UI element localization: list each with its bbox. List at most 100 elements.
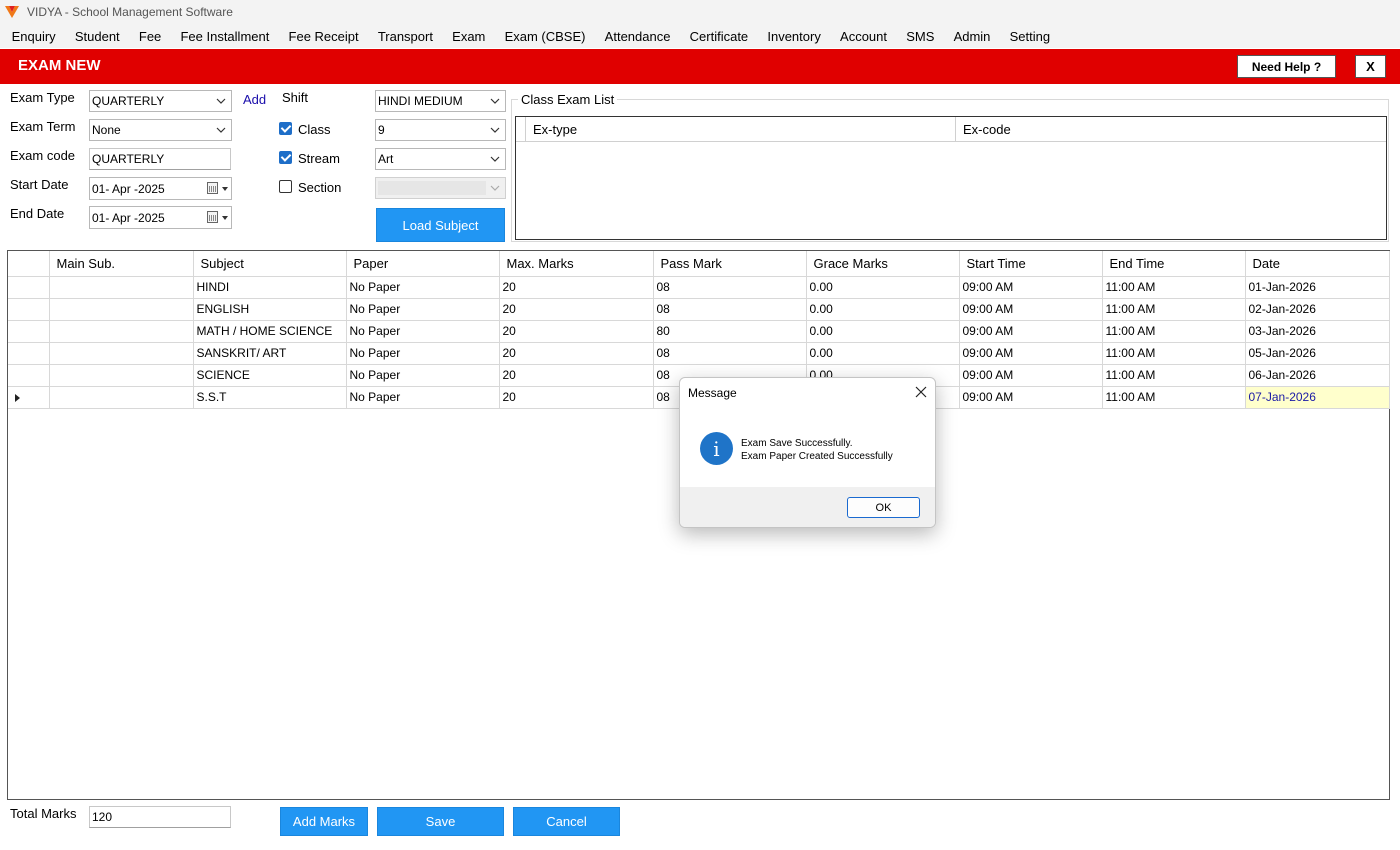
table-cell[interactable]: 0.00 (806, 276, 960, 299)
table-row[interactable]: HINDI No Paper 20 08 0.00 09:00 AM 11:00 AM 01-… (8, 276, 1390, 299)
table-cell[interactable]: 09:00 AM (959, 276, 1103, 299)
table-cell[interactable]: 0.00 (806, 342, 960, 365)
end-date-picker[interactable]: 01- Apr -2025 (89, 206, 232, 229)
table-cell[interactable]: MATH / HOME SCIENCE (193, 320, 347, 343)
class-select[interactable]: 9 (375, 119, 506, 141)
menu-item-admin[interactable]: Admin (944, 29, 1000, 44)
table-cell[interactable]: 08 (653, 276, 807, 299)
table-cell[interactable]: 09:00 AM (959, 342, 1103, 365)
column-header-paper[interactable]: Paper (346, 251, 500, 277)
table-cell[interactable]: 09:00 AM (959, 364, 1103, 387)
add-exam-type-link[interactable]: Add (243, 92, 266, 107)
table-cell[interactable]: 0.00 (806, 298, 960, 321)
row-header-cell[interactable] (8, 364, 50, 387)
menu-item-fee-receipt[interactable]: Fee Receipt (279, 29, 368, 44)
table-cell[interactable]: No Paper (346, 276, 500, 299)
row-header-cell[interactable] (8, 276, 50, 299)
load-subject-button[interactable]: Load Subject (376, 208, 505, 242)
column-ex-type[interactable]: Ex-type (526, 117, 956, 142)
table-cell[interactable]: 02-Jan-2026 (1245, 298, 1390, 321)
table-cell[interactable]: 01-Jan-2026 (1245, 276, 1390, 299)
table-cell[interactable] (49, 298, 194, 321)
exam-type-select[interactable]: QUARTERLY (89, 90, 232, 112)
menu-item-inventory[interactable]: Inventory (758, 29, 831, 44)
table-cell[interactable]: 11:00 AM (1102, 386, 1246, 409)
menu-item-transport[interactable]: Transport (368, 29, 442, 44)
table-cell[interactable]: 05-Jan-2026 (1245, 342, 1390, 365)
table-cell[interactable]: 11:00 AM (1102, 364, 1246, 387)
column-header-max-marks[interactable]: Max. Marks (499, 251, 654, 277)
need-help-button[interactable]: Need Help ? (1237, 55, 1336, 78)
add-marks-button[interactable]: Add Marks (280, 807, 368, 836)
table-cell[interactable]: SCIENCE (193, 364, 347, 387)
column-header-start-time[interactable]: Start Time (959, 251, 1103, 277)
column-header-end-time[interactable]: End Time (1102, 251, 1246, 277)
row-header-cell[interactable] (8, 342, 50, 365)
menu-item-attendance[interactable]: Attendance (595, 29, 680, 44)
table-cell[interactable]: 06-Jan-2026 (1245, 364, 1390, 387)
total-marks-input[interactable]: 120 (89, 806, 231, 828)
table-cell[interactable]: 03-Jan-2026 (1245, 320, 1390, 343)
menu-item-fee[interactable]: Fee (129, 29, 171, 44)
table-cell[interactable]: 11:00 AM (1102, 298, 1246, 321)
close-icon[interactable] (913, 384, 929, 400)
table-cell[interactable]: 07-Jan-2026 (1245, 386, 1390, 409)
table-cell[interactable] (49, 386, 194, 409)
table-cell[interactable]: 20 (499, 342, 654, 365)
table-cell[interactable]: 08 (653, 298, 807, 321)
menu-item-certificate[interactable]: Certificate (680, 29, 758, 44)
table-cell[interactable]: 09:00 AM (959, 320, 1103, 343)
table-cell[interactable]: 0.00 (806, 320, 960, 343)
table-cell[interactable]: 20 (499, 320, 654, 343)
table-cell[interactable]: 08 (653, 342, 807, 365)
table-row[interactable]: ENGLISH No Paper 20 08 0.00 09:00 AM 11:00 AM 0… (8, 298, 1390, 321)
table-row[interactable]: MATH / HOME SCIENCE No Paper 20 80 0.00 09:00… (8, 320, 1390, 343)
exam-code-input[interactable]: QUARTERLY (89, 148, 231, 170)
table-cell[interactable] (49, 320, 194, 343)
table-cell[interactable]: 09:00 AM (959, 298, 1103, 321)
class-exam-list-grid[interactable]: Ex-type Ex-code (515, 116, 1387, 240)
cancel-button[interactable]: Cancel (513, 807, 620, 836)
table-cell[interactable]: SANSKRIT/ ART (193, 342, 347, 365)
stream-checkbox[interactable] (279, 151, 292, 164)
table-cell[interactable]: No Paper (346, 298, 500, 321)
shift-select[interactable]: HINDI MEDIUM (375, 90, 506, 112)
column-header-subject[interactable]: Subject (193, 251, 347, 277)
menu-item-sms[interactable]: SMS (897, 29, 944, 44)
row-header-cell[interactable] (8, 320, 50, 343)
table-cell[interactable] (49, 276, 194, 299)
menu-item-student[interactable]: Student (65, 29, 129, 44)
column-ex-code[interactable]: Ex-code (956, 117, 1386, 142)
table-row[interactable]: SANSKRIT/ ART No Paper 20 08 0.00 09:00 AM 11:… (8, 342, 1390, 365)
menu-item-fee-installment[interactable]: Fee Installment (171, 29, 279, 44)
table-cell[interactable]: No Paper (346, 364, 500, 387)
table-cell[interactable]: 20 (499, 386, 654, 409)
table-cell[interactable]: No Paper (346, 386, 500, 409)
save-button[interactable]: Save (377, 807, 504, 836)
column-header-main-sub[interactable]: Main Sub. (49, 251, 194, 277)
menu-item-exam-cbse[interactable]: Exam (CBSE) (495, 29, 595, 44)
table-cell[interactable]: 20 (499, 298, 654, 321)
table-cell[interactable]: 11:00 AM (1102, 320, 1246, 343)
row-header-cell[interactable] (8, 298, 50, 321)
table-cell[interactable]: 20 (499, 276, 654, 299)
exam-term-select[interactable]: None (89, 119, 232, 141)
menu-item-enquiry[interactable]: Enquiry (2, 29, 65, 44)
column-header-grace-marks[interactable]: Grace Marks (806, 251, 960, 277)
table-cell[interactable]: 20 (499, 364, 654, 387)
stream-select[interactable]: Art (375, 148, 506, 170)
column-header-pass-mark[interactable]: Pass Mark (653, 251, 807, 277)
table-cell[interactable]: No Paper (346, 320, 500, 343)
ok-button[interactable]: OK (847, 497, 920, 518)
table-cell[interactable]: HINDI (193, 276, 347, 299)
table-cell[interactable]: S.S.T (193, 386, 347, 409)
table-cell[interactable]: No Paper (346, 342, 500, 365)
menu-item-setting[interactable]: Setting (1000, 29, 1060, 44)
table-cell[interactable]: ENGLISH (193, 298, 347, 321)
section-checkbox[interactable] (279, 180, 292, 193)
close-form-button[interactable]: X (1355, 55, 1386, 78)
table-cell[interactable]: 11:00 AM (1102, 276, 1246, 299)
table-cell[interactable] (49, 342, 194, 365)
class-checkbox[interactable] (279, 122, 292, 135)
table-cell[interactable]: 11:00 AM (1102, 342, 1246, 365)
